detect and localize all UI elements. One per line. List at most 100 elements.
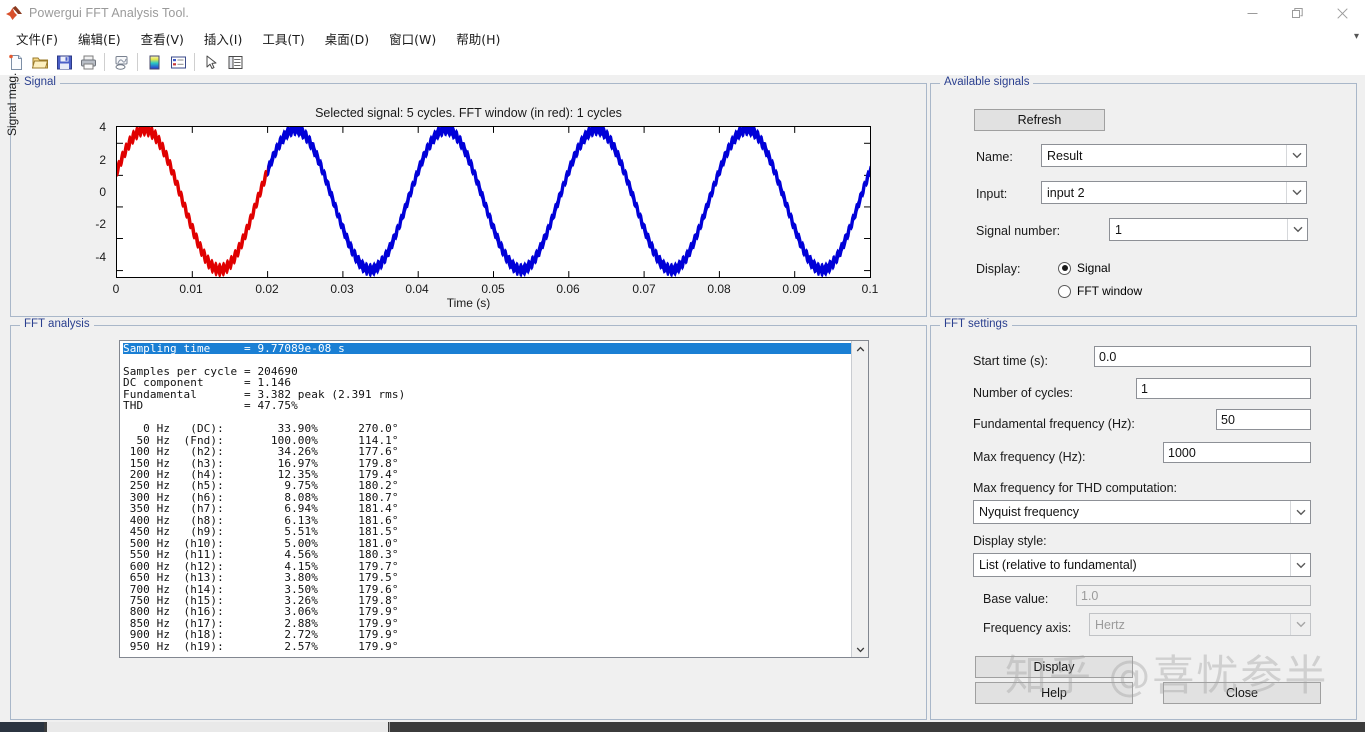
scroll-up-icon[interactable] — [852, 341, 868, 357]
x-tick-label: 0.1 — [861, 282, 879, 296]
signal-number-label: Signal number: — [976, 224, 1061, 238]
x-tick-label: 0.03 — [330, 282, 354, 296]
name-label: Name: — [976, 150, 1013, 164]
powergui-fft-window: Powergui FFT Analysis Tool. 文件(F) 编辑(E) — [0, 0, 1365, 732]
number-of-cycles-input[interactable]: 1 — [1136, 378, 1311, 399]
minimize-button[interactable] — [1230, 0, 1275, 26]
save-icon[interactable] — [52, 50, 76, 74]
number-of-cycles-label: Number of cycles: — [973, 386, 1074, 400]
radio-signal-dot — [1058, 261, 1071, 275]
display-style-value: List (relative to fundamental) — [979, 558, 1137, 572]
menu-insert[interactable]: 插入(I) — [194, 27, 252, 50]
base-value-input[interactable]: 1.0 — [1076, 585, 1311, 606]
x-tick-label: 0.06 — [556, 282, 580, 296]
signal-number-value: 1 — [1115, 222, 1122, 237]
matlab-icon — [5, 5, 23, 21]
menu-edit[interactable]: 编辑(E) — [68, 27, 131, 50]
menu-file[interactable]: 文件(F) — [6, 27, 68, 50]
start-time-label: Start time (s): — [973, 354, 1049, 368]
open-folder-icon[interactable] — [28, 50, 52, 74]
fft-output-text[interactable]: Sampling time = 9.77089e-08 s Samples pe… — [120, 341, 851, 657]
main-content: Signal Selected signal: 5 cycles. FFT wi… — [0, 73, 1365, 722]
taskbar-start-region — [0, 722, 44, 732]
radio-fft-window-dot — [1058, 284, 1071, 298]
display-button[interactable]: Display — [975, 656, 1133, 678]
x-tick-label: 0.09 — [782, 282, 806, 296]
x-axis-label: Time (s) — [446, 296, 491, 310]
start-time-input[interactable]: 0.0 — [1094, 346, 1311, 367]
available-signals-panel: Available signals Refresh Name: Result I… — [930, 76, 1357, 317]
menu-help[interactable]: 帮助(H) — [446, 27, 510, 50]
thd-max-frequency-value: Nyquist frequency — [979, 505, 1080, 519]
legend-icon[interactable] — [166, 50, 190, 74]
radio-fft-window-label: FFT window — [1077, 284, 1143, 298]
frequency-axis-value: Hertz — [1095, 617, 1125, 632]
thd-max-frequency-dropdown[interactable]: Nyquist frequency — [973, 500, 1311, 524]
pointer-icon[interactable] — [199, 50, 223, 74]
display-style-dropdown[interactable]: List (relative to fundamental) — [973, 553, 1311, 577]
display-style-label: Display style: — [973, 534, 1047, 548]
fft-analysis-panel-title: FFT analysis — [20, 318, 94, 330]
name-dropdown[interactable]: Result — [1041, 144, 1307, 167]
new-figure-icon[interactable] — [4, 50, 28, 74]
chevron-down-icon — [1290, 614, 1310, 635]
menu-overflow-icon[interactable]: ▾ — [1354, 31, 1359, 42]
fft-output-scrollbar[interactable] — [851, 341, 868, 657]
print-icon[interactable] — [76, 50, 100, 74]
signal-plot: Selected signal: 5 cycles. FFT window (i… — [5, 73, 926, 316]
y-tick-label: 0 — [99, 185, 106, 199]
input-dropdown[interactable]: input 2 — [1041, 181, 1307, 204]
x-tick-label: 0.05 — [481, 282, 505, 296]
fft-settings-panel: FFT settings Start time (s): 0.0 Number … — [930, 318, 1357, 720]
window-title: Powergui FFT Analysis Tool. — [29, 6, 189, 20]
fft-output-content: Sampling time = 9.77089e-08 s Samples pe… — [120, 341, 851, 652]
fft-settings-title: FFT settings — [940, 318, 1012, 330]
link-plot-icon[interactable] — [109, 50, 133, 74]
menu-window[interactable]: 窗口(W) — [379, 27, 446, 50]
input-dropdown-value: input 2 — [1047, 185, 1085, 200]
fundamental-frequency-input[interactable]: 50 — [1216, 409, 1311, 430]
refresh-button[interactable]: Refresh — [974, 109, 1105, 131]
input-label: Input: — [976, 187, 1008, 201]
thd-max-frequency-label: Max frequency for THD computation: — [973, 481, 1178, 495]
name-dropdown-value: Result — [1047, 148, 1083, 163]
plot-title: Selected signal: 5 cycles. FFT window (i… — [315, 106, 622, 120]
toolbar-separator-3 — [194, 53, 195, 71]
title-bar: Powergui FFT Analysis Tool. — [0, 0, 1365, 27]
y-tick-label: 2 — [99, 153, 106, 167]
max-frequency-input[interactable]: 1000 — [1163, 442, 1311, 463]
chevron-down-icon — [1290, 501, 1310, 523]
max-frequency-label: Max frequency (Hz): — [973, 450, 1086, 464]
radio-signal[interactable]: Signal — [1058, 261, 1110, 275]
property-editor-icon[interactable] — [223, 50, 247, 74]
close-button[interactable] — [1320, 0, 1365, 26]
signal-number-dropdown[interactable]: 1 — [1109, 218, 1308, 241]
chevron-down-icon — [1287, 219, 1307, 240]
x-tick-label: 0.08 — [707, 282, 731, 296]
radio-signal-label: Signal — [1077, 261, 1111, 275]
chevron-down-icon — [1286, 145, 1306, 166]
display-label: Display: — [976, 262, 1021, 276]
tool-bar — [0, 49, 1365, 76]
help-button[interactable]: Help — [975, 682, 1133, 704]
menu-desktop[interactable]: 桌面(D) — [315, 27, 379, 50]
fft-output-container: Sampling time = 9.77089e-08 s Samples pe… — [119, 340, 869, 658]
menu-view[interactable]: 查看(V) — [131, 27, 194, 50]
taskbar — [0, 722, 1365, 732]
plot-axes — [116, 126, 871, 278]
y-tick-label: -4 — [95, 250, 106, 264]
y-axis-label: Signal mag. — [5, 72, 19, 136]
close-action-button[interactable]: Close — [1163, 682, 1321, 704]
menu-tools[interactable]: 工具(T) — [252, 27, 314, 50]
frequency-axis-dropdown[interactable]: Hertz — [1089, 613, 1311, 636]
scroll-down-icon[interactable] — [852, 641, 868, 657]
restore-button[interactable] — [1275, 0, 1320, 26]
radio-fft-window[interactable]: FFT window — [1058, 284, 1142, 298]
x-tick-label: 0.07 — [632, 282, 656, 296]
available-signals-title: Available signals — [940, 76, 1034, 88]
x-tick-label: 0.04 — [405, 282, 429, 296]
chevron-down-icon — [1286, 182, 1306, 203]
menu-bar: 文件(F) 编辑(E) 查看(V) 插入(I) 工具(T) 桌面(D) 窗口(W… — [0, 27, 1365, 49]
colorbar-icon[interactable] — [142, 50, 166, 74]
signal-panel: Signal Selected signal: 5 cycles. FFT wi… — [5, 73, 927, 317]
